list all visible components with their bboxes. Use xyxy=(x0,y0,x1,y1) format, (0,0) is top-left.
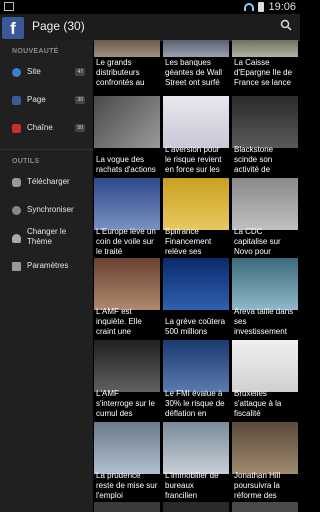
sidebar-item-label: Chaîne xyxy=(27,123,53,132)
article-tile[interactable]: La Caisse d'Epargne Ile de France se lan… xyxy=(232,40,298,92)
article-image xyxy=(163,422,229,474)
article-title: La CDC capitalise sur Novo pour xyxy=(234,227,281,256)
article-title: L'AMF s'interroge sur le cumul des xyxy=(96,389,155,418)
count-badge: 30 xyxy=(75,96,85,104)
article-title: Le FMI évalue à 30% le risque de déflati… xyxy=(165,389,225,418)
article-title: Blackstone scinde son activité de xyxy=(234,145,274,174)
article-title: Areva taille dans ses investissement xyxy=(234,307,294,336)
sidebar-item-site[interactable]: Site 47 xyxy=(0,59,93,87)
page-title: Page (30) xyxy=(32,19,85,33)
article-tile[interactable]: Le FMI évalue à 30% le risque de déflati… xyxy=(163,340,229,420)
article-tile[interactable]: L'AMF est inquiète. Elle craint une xyxy=(94,258,160,338)
article-tile[interactable]: Areva taille dans ses investissement xyxy=(232,258,298,338)
count-badge: 50 xyxy=(75,124,85,132)
article-title: L'Europe lève un coin de voile sur le tr… xyxy=(96,227,156,256)
article-title: Les banques géantes de Wall Street ont s… xyxy=(165,58,223,87)
article-tile[interactable]: La CDC capitalise sur Novo pour xyxy=(232,178,298,258)
sidebar-item-label: Synchroniser xyxy=(27,205,74,214)
article-tile[interactable]: La grève coûtera 500 millions xyxy=(163,258,229,338)
article-image xyxy=(232,258,298,310)
article-tile[interactable]: L'Europe lève un coin de voile sur le tr… xyxy=(94,178,160,258)
article-tile[interactable] xyxy=(232,502,298,512)
article-title: La vogue des rachats d'actions xyxy=(96,155,156,174)
tools-icon xyxy=(12,262,21,271)
facebook-icon xyxy=(12,96,21,105)
status-bar: 19:06 xyxy=(0,0,300,14)
article-tile[interactable]: Bpifrance Financement relève ses xyxy=(163,178,229,258)
youtube-icon xyxy=(12,124,21,133)
article-title: Le grands distributeurs confrontés au xyxy=(96,58,145,87)
count-badge: 47 xyxy=(75,68,85,76)
article-image xyxy=(232,178,298,230)
article-tile[interactable]: La prudence reste de mise sur l'emploi xyxy=(94,422,160,502)
article-image xyxy=(94,178,160,230)
article-title: L'AMF est inquiète. Elle craint une xyxy=(96,307,142,336)
article-image xyxy=(94,422,160,474)
article-tile[interactable]: Bruxelles s'attaque à la fiscalité xyxy=(232,340,298,420)
article-image xyxy=(94,258,160,310)
article-tile[interactable]: Jonathan Hill poursuivra la réforme des xyxy=(232,422,298,502)
sidebar-item-synchroniser[interactable]: Synchroniser xyxy=(0,197,93,225)
sidebar-item-label: Site xyxy=(27,67,41,76)
article-tile[interactable]: L'immobilier de bureaux francilien xyxy=(163,422,229,502)
time: 19:06 xyxy=(268,1,296,13)
article-tile[interactable]: L'aversion pour le risque revient en for… xyxy=(163,96,229,176)
image-icon xyxy=(4,2,14,11)
sidebar-item-telecharger[interactable]: Télécharger xyxy=(0,169,93,197)
article-image xyxy=(163,502,229,512)
sidebar-item-label: Paramètres xyxy=(27,261,69,270)
article-image xyxy=(232,40,298,57)
sidebar-item-chaine[interactable]: Chaîne 50 xyxy=(0,115,93,143)
app-bar: f Page (30) xyxy=(0,14,300,41)
article-tile[interactable]: Le grands distributeurs confrontés au xyxy=(94,40,160,92)
article-title: Jonathan Hill poursuivra la réforme des xyxy=(234,471,281,500)
article-tile[interactable] xyxy=(94,502,160,512)
article-title: La grève coûtera 500 millions xyxy=(165,317,226,336)
article-image xyxy=(232,502,298,512)
globe-icon xyxy=(12,68,21,77)
sync-icon xyxy=(12,206,21,215)
section-outils: OUTILS xyxy=(0,149,93,165)
article-title: La prudence reste de mise sur l'emploi xyxy=(96,471,158,500)
article-image xyxy=(232,340,298,392)
article-tile[interactable]: La vogue des rachats d'actions xyxy=(94,96,160,176)
article-image xyxy=(94,40,160,57)
article-image xyxy=(94,340,160,392)
section-nouveaute: NOUVEAUTÉ xyxy=(12,48,59,55)
article-image xyxy=(163,96,229,148)
article-image xyxy=(232,422,298,474)
article-tile[interactable]: Les banques géantes de Wall Street ont s… xyxy=(163,40,229,92)
sidebar-item-label: Changer le Thème xyxy=(27,227,67,246)
sidebar-item-theme[interactable]: Changer le Thème xyxy=(0,225,93,253)
article-title: L'immobilier de bureaux francilien xyxy=(165,471,219,500)
facebook-logo-icon[interactable]: f xyxy=(2,17,24,39)
article-grid: Le grands distributeurs confrontés au Le… xyxy=(94,40,300,512)
sidebar-item-page[interactable]: Page 30 xyxy=(0,87,93,115)
download-icon xyxy=(12,178,21,187)
article-image xyxy=(94,96,160,148)
article-image xyxy=(163,178,229,230)
sidebar-item-label: Télécharger xyxy=(27,177,70,186)
sidebar: NOUVEAUTÉ Site 47 Page 30 Chaîne 50 OUTI… xyxy=(0,40,93,512)
sidebar-item-label: Page xyxy=(27,95,46,104)
sidebar-item-parametres[interactable]: Paramètres xyxy=(0,253,93,281)
article-title: Bpifrance Financement relève ses xyxy=(165,227,212,256)
article-tile[interactable] xyxy=(163,502,229,512)
article-title: Bruxelles s'attaque à la fiscalité xyxy=(234,389,282,418)
lightbulb-icon xyxy=(12,234,21,243)
wifi-icon xyxy=(244,3,255,11)
search-icon[interactable] xyxy=(280,19,292,31)
article-title: La Caisse d'Epargne Ile de France se lan… xyxy=(234,58,293,87)
article-tile[interactable]: Blackstone scinde son activité de xyxy=(232,96,298,176)
article-image xyxy=(163,340,229,392)
article-image xyxy=(94,502,160,512)
article-title: L'aversion pour le risque revient en for… xyxy=(165,145,222,174)
article-image xyxy=(163,258,229,310)
battery-icon xyxy=(258,2,265,12)
article-tile[interactable]: L'AMF s'interroge sur le cumul des xyxy=(94,340,160,420)
article-image xyxy=(232,96,298,148)
article-image xyxy=(163,40,229,57)
